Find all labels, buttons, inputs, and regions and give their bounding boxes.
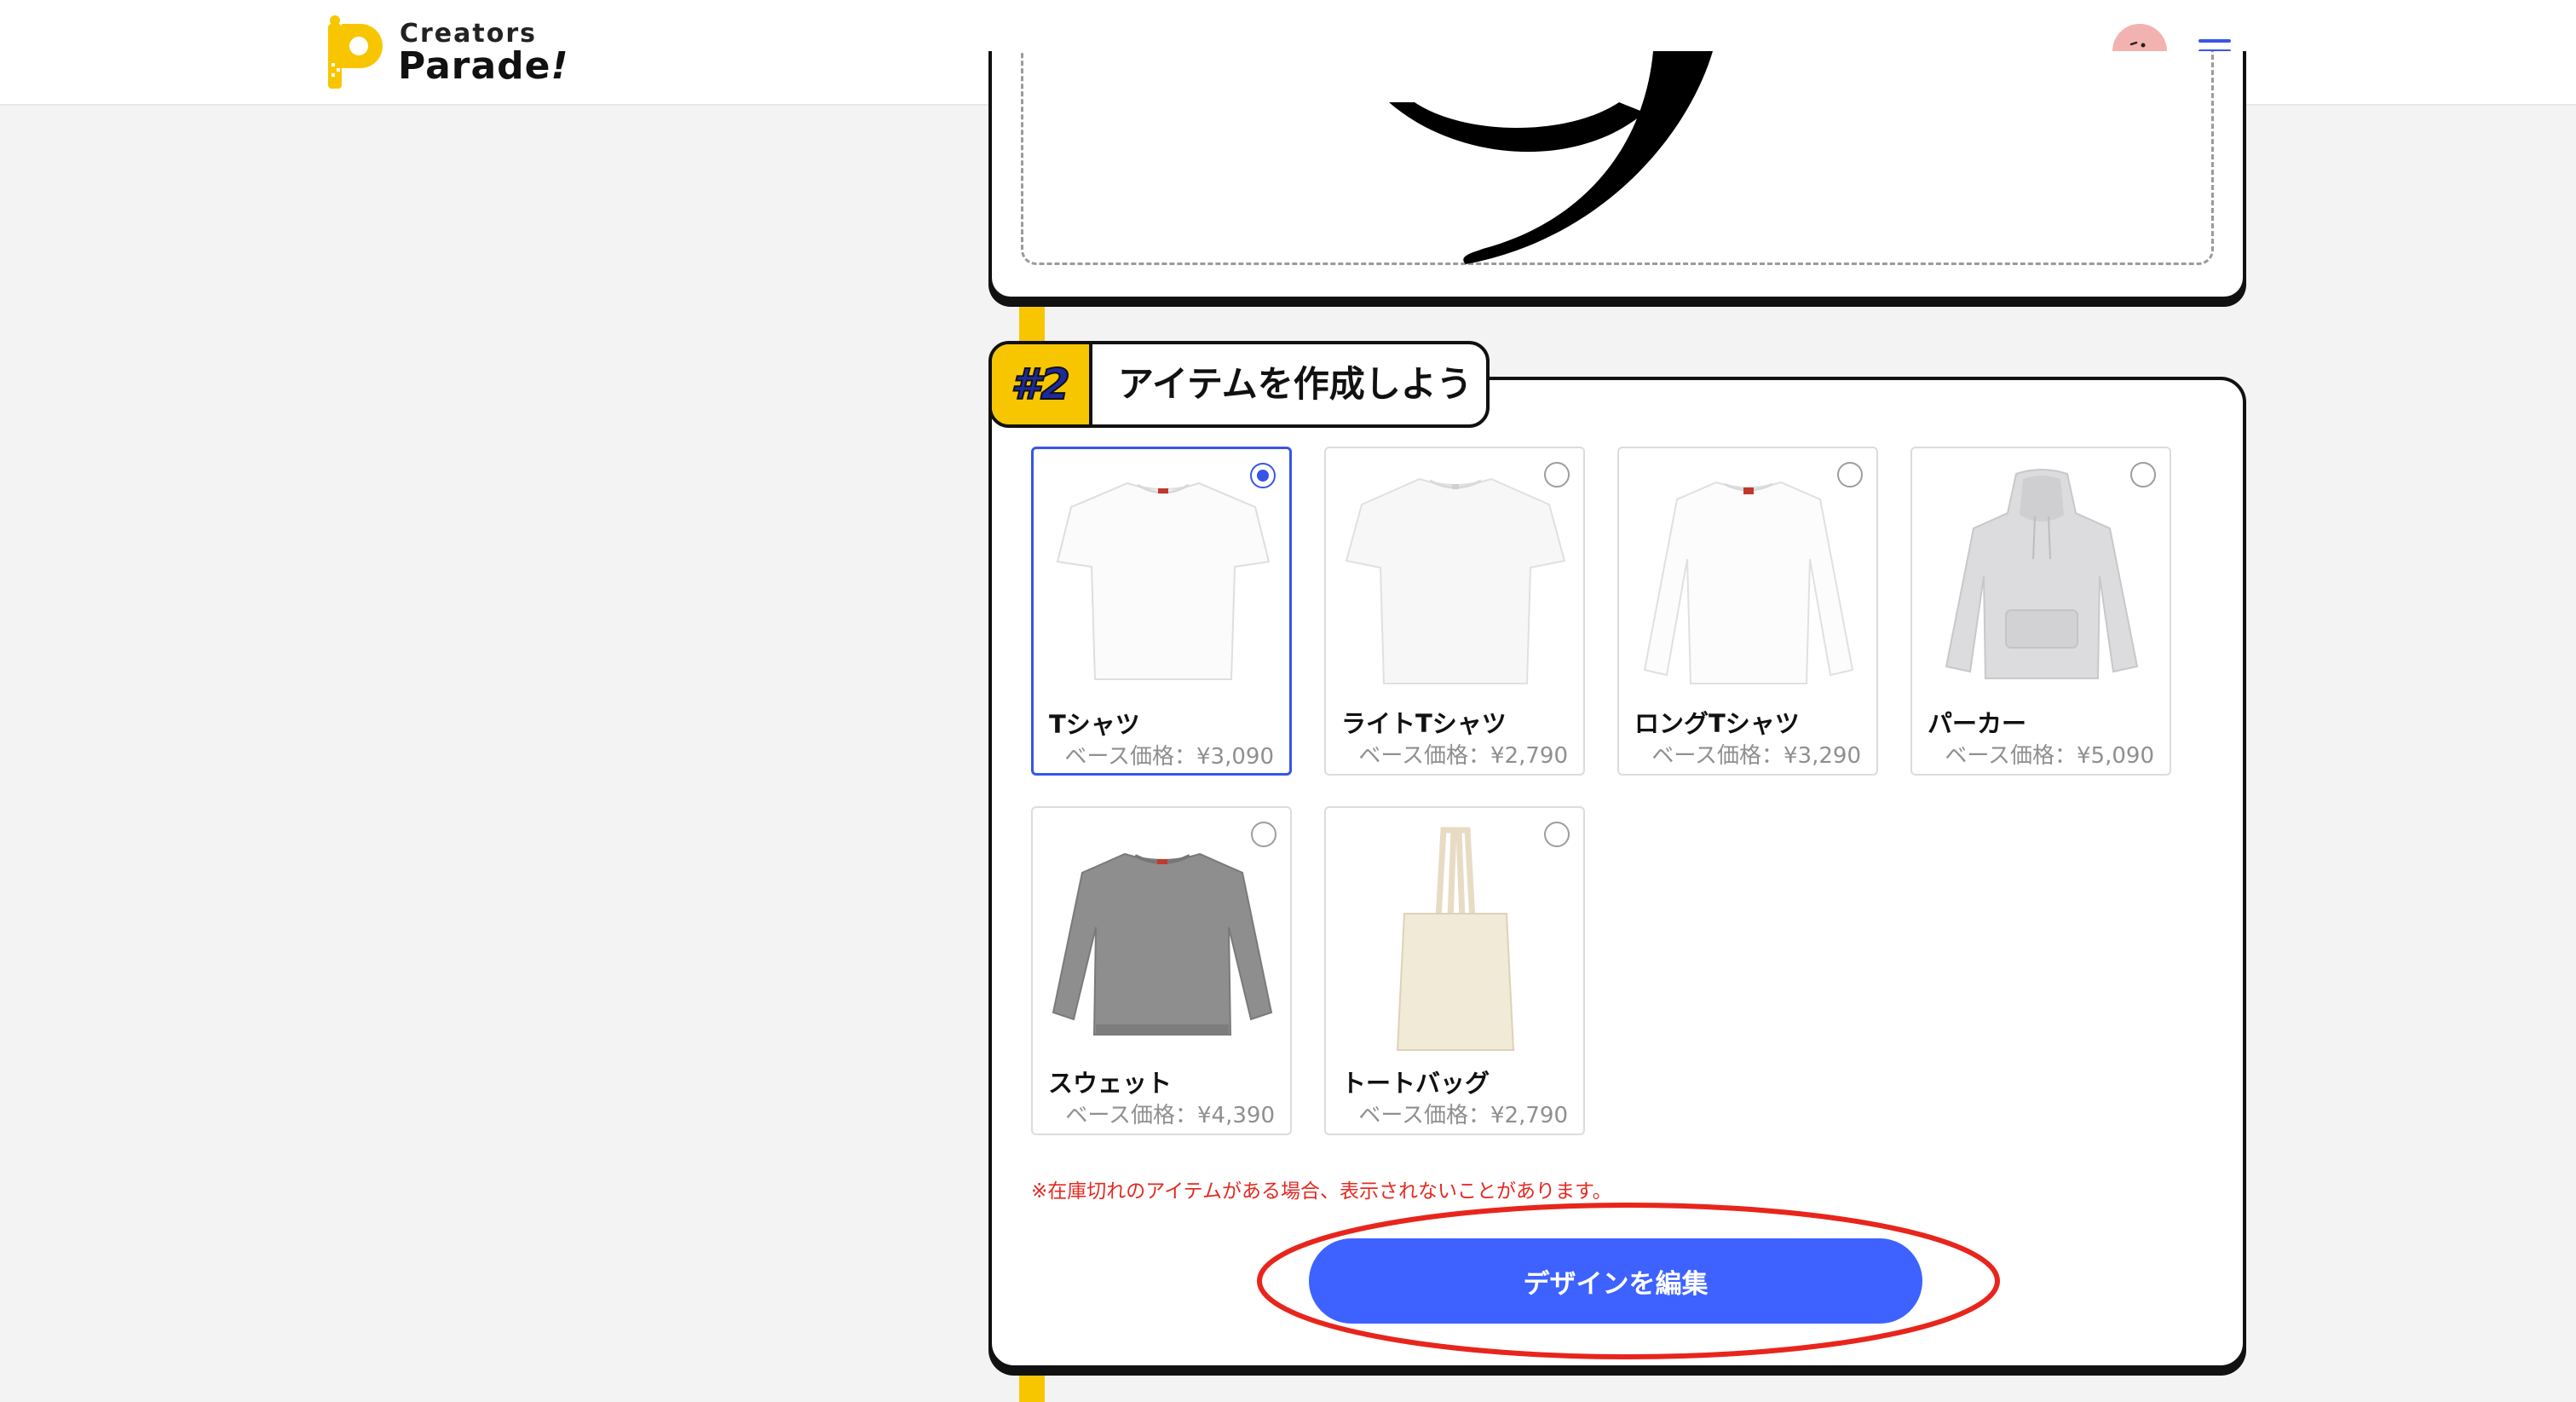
logo-text-parade: Parade! (398, 44, 569, 88)
item-radio-tshirt[interactable] (1250, 463, 1276, 488)
item-name: Tシャツ (1049, 710, 1140, 739)
light-tshirt-image (1345, 477, 1566, 684)
item-option-light-tshirt[interactable]: ライトTシャツ ベース価格：¥2,790 (1324, 447, 1585, 776)
item-name: ライトTシャツ (1341, 709, 1507, 738)
item-radio-long-tshirt[interactable] (1837, 462, 1863, 488)
item-name: ロングTシャツ (1634, 709, 1800, 738)
item-name: トートバッグ (1341, 1069, 1490, 1098)
item-option-tote-bag[interactable]: トートバッグ ベース価格：¥2,790 (1324, 806, 1585, 1135)
item-name: スウェット (1048, 1069, 1173, 1098)
hoodie-image (1945, 469, 2139, 679)
item-price: ベース価格：¥2,790 (1358, 1103, 1568, 1128)
item-price: ベース価格：¥3,290 (1651, 743, 1861, 769)
item-option-tshirt[interactable]: Tシャツ ベース価格：¥3,090 (1031, 447, 1292, 776)
item-radio-hoodie[interactable] (2130, 462, 2156, 488)
design-preview-card (988, 51, 2246, 300)
item-price: ベース価格：¥2,790 (1358, 743, 1568, 769)
design-artwork (1389, 51, 1713, 264)
item-price: ベース価格：¥3,090 (1064, 744, 1274, 770)
sweatshirt-image (1052, 852, 1273, 1036)
item-name: パーカー (1928, 709, 2027, 738)
item-option-sweatshirt[interactable]: スウェット ベース価格：¥4,390 (1031, 806, 1292, 1135)
step-2-tab: #2 アイテムを作成しよう (988, 341, 1490, 428)
item-radio-sweatshirt[interactable] (1251, 822, 1276, 847)
highlight-annotation-oval (1257, 1203, 2000, 1359)
tote-bag-image (1396, 827, 1515, 1051)
long-tshirt-image (1643, 481, 1854, 684)
creators-parade-logo[interactable]: Creators Parade! (328, 15, 584, 89)
item-option-hoodie[interactable]: パーカー ベース価格：¥5,090 (1910, 447, 2171, 776)
stock-note: ※在庫切れのアイテムがある場合、表示されないことがあります。 (1031, 1180, 1612, 1203)
tshirt-image (1056, 482, 1271, 680)
item-price: ベース価格：¥5,090 (1945, 743, 2154, 769)
logo-mark-icon (328, 15, 383, 89)
item-price: ベース価格：¥4,390 (1065, 1103, 1275, 1128)
step-title: アイテムを作成しよう (1118, 363, 1472, 405)
item-option-long-tshirt[interactable]: ロングTシャツ ベース価格：¥3,290 (1617, 447, 1878, 776)
item-radio-light-tshirt[interactable] (1544, 462, 1570, 488)
step-number: #2 (992, 344, 1092, 424)
item-radio-tote-bag[interactable] (1544, 822, 1570, 847)
